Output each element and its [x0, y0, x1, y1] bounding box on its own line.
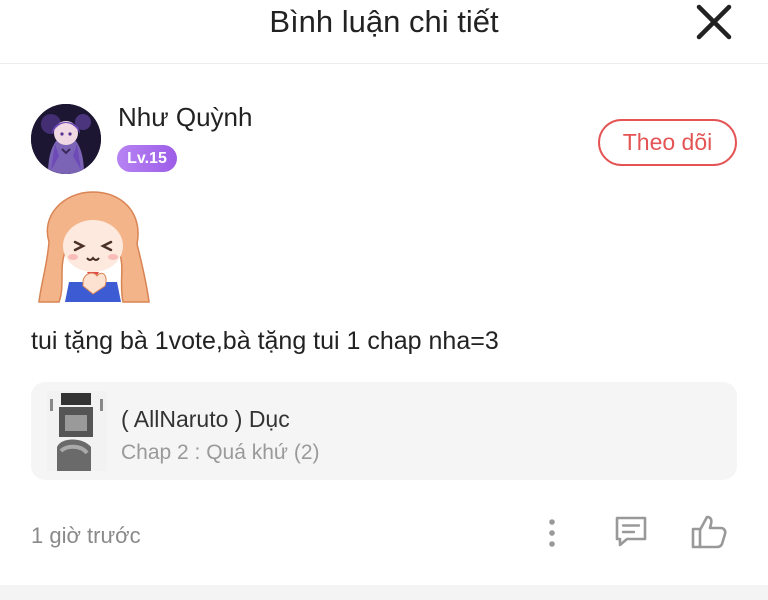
page-title: Bình luận chi tiết	[269, 4, 499, 39]
comic-title: ( AllNaruto ) Dục	[121, 406, 290, 432]
thumbs-up-icon	[691, 515, 727, 549]
like-button[interactable]	[689, 512, 729, 552]
follow-button[interactable]: Theo dõi	[598, 119, 737, 166]
reply-button[interactable]	[612, 514, 650, 550]
sticker	[35, 186, 153, 304]
comment-text: tui tặng bà 1vote,bà tặng tui 1 chap nha…	[31, 327, 499, 355]
more-vertical-icon	[549, 519, 555, 547]
chapter-card[interactable]: ( AllNaruto ) Dục Chap 2 : Quá khứ (2)	[31, 382, 737, 480]
avatar-image	[31, 104, 101, 174]
chapter-name: Chap 2 : Quá khứ (2)	[121, 441, 320, 464]
comment-icon	[615, 516, 647, 547]
header: Bình luận chi tiết	[0, 0, 768, 64]
level-badge: Lv.15	[117, 145, 177, 172]
close-icon	[696, 4, 732, 40]
comic-thumbnail	[47, 391, 107, 471]
username[interactable]: Như Quỳnh	[118, 102, 252, 133]
timestamp: 1 giờ trước	[31, 523, 141, 548]
sticker-image	[38, 191, 150, 303]
close-button[interactable]	[692, 2, 736, 42]
comic-cover-image	[47, 391, 107, 471]
section-divider	[0, 585, 768, 600]
avatar[interactable]	[31, 104, 101, 174]
more-options-button[interactable]	[538, 516, 566, 550]
